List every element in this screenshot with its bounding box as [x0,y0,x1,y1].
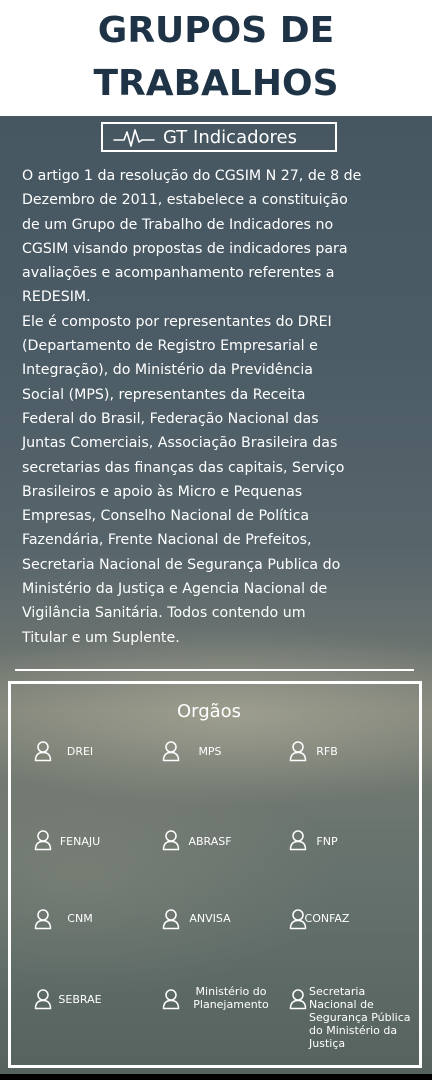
description-line: REDESIM. [22,289,91,306]
org-label-line: Planejamento [193,998,269,1011]
org-label: FNP [316,835,338,848]
org-label: RFB [316,745,338,758]
user-icon [162,988,180,1010]
page-title-line-1: GRUPOS DE [97,10,335,51]
description-line: Ele é composto por representantes do DRE… [22,313,332,330]
org-label: FENAJU [59,835,101,848]
description-line: Juntas Comerciais, Associação Brasileira… [22,435,338,452]
description-line: Dezembro de 2011, estabelece a constitui… [22,192,348,209]
org-label: SEBRAE [58,993,102,1006]
org-label-line: Justiça [309,1037,346,1050]
org-label: ANVISA [189,912,231,925]
description-line: CGSIM visando propostas de indicadores p… [22,240,348,257]
user-icon [289,988,307,1010]
description-line: (Departamento de Registro Empresarial e [22,338,318,355]
description-line: Titular e um Suplente. [22,629,180,646]
description-line: secretarias das finanças das capitais, S… [22,459,345,476]
org-label-line: Nacional de [309,998,374,1011]
description-line: Social (MPS), representantes da Receita [22,386,306,403]
description-line: Empresas, Conselho Nacional de Política [22,508,310,525]
orgs-title: Orgãos [176,701,242,722]
description-line: avaliações e acompanhamento referentes a [22,265,335,282]
org-label-line: Secretaria [309,985,366,998]
org-label: Secretaria Nacional de Segurança Pública do… [309,985,419,1050]
description-text: O artigo 1 da resolução do CGSIM N 27, d… [22,164,422,650]
org-label: CONFAZ [304,912,350,925]
description-line: Vigilância Sanitária. Todos contendo um [22,605,306,622]
gt-indicadores-badge: GT Indicadores [101,122,337,152]
description-line: Integração), do Ministério da Previdênci… [22,362,313,379]
page: GRUPOS DE TRABALHOS GT Indicadores O art… [0,0,432,1080]
org-label: MPS [198,745,222,758]
description-line: de um Grupo de Trabalho de Indicadores n… [22,216,334,233]
org-label-line: Ministério do [195,985,267,998]
header: GRUPOS DE TRABALHOS [0,0,432,116]
org-label: DREI [66,745,94,758]
page-title-line-2: TRABALHOS [93,63,339,104]
description-line: Fazendária, Frente Nacional de Prefeitos… [22,532,312,549]
org-label: CNM [67,912,93,925]
gt-label: GT Indicadores [163,127,297,148]
description-line: Federal do Brasil, Federação Nacional da… [22,410,319,427]
org-label: ABRASF [188,835,232,848]
divider [15,669,414,671]
bottom-bar [0,1074,432,1080]
org-label: Ministério do Planejamento [186,985,276,1011]
org-label-line: Segurança Pública [309,1011,411,1024]
description-line: Secretaria Nacional de Segurança Publica… [22,556,341,573]
org-label-line: do Ministério da [309,1024,398,1037]
description-line: O artigo 1 da resolução do CGSIM N 27, d… [22,168,362,184]
heartbeat-icon [113,129,155,147]
description-line: Brasileiros e apoio às Micro e Pequenas [22,483,303,500]
description-line: Ministério da Justiça e Agencia Nacional… [22,581,328,598]
